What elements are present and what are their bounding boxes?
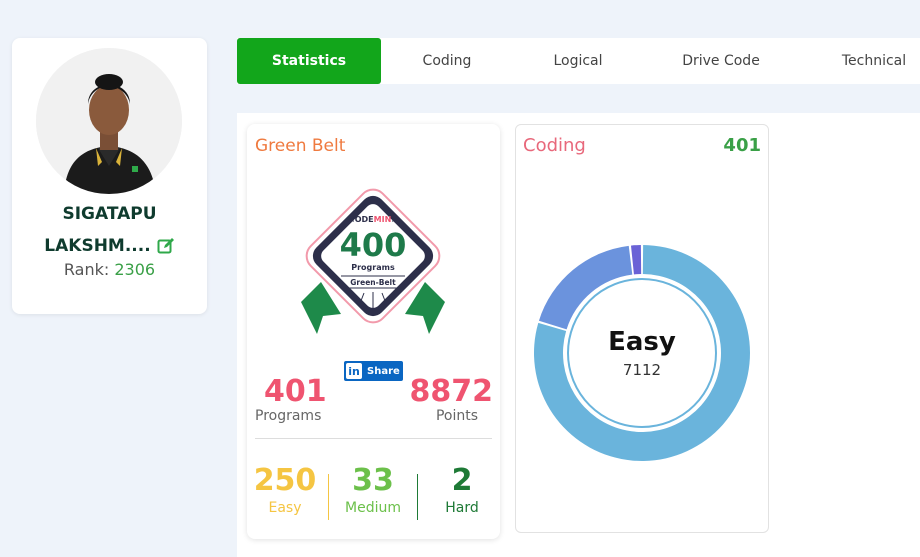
linkedin-share-button[interactable]: in Share: [344, 361, 403, 381]
profile-name-line1: SIGATAPU: [62, 204, 157, 224]
rank: Rank: 2306: [12, 260, 207, 279]
divider-medium: [417, 474, 418, 520]
difficulty-medium: 33 Medium: [335, 463, 411, 517]
difficulty-hard: 2 Hard: [424, 463, 500, 517]
share-label: Share: [367, 365, 400, 377]
belt-title: Green Belt: [255, 136, 346, 156]
profile-card: SIGATAPU LAKSHM.... Rank: 2306: [12, 38, 207, 314]
avatar-image: [36, 48, 182, 194]
belt-card: Green Belt <ODEMIN> 400 Programs Green-B…: [247, 124, 500, 539]
badge-number: 400: [340, 226, 407, 264]
linkedin-icon: in: [346, 363, 362, 379]
badge-brand-suffix: >: [391, 215, 398, 224]
coding-count: 401: [723, 135, 761, 156]
medium-label: Medium: [345, 500, 401, 516]
badge-unit: Programs: [351, 263, 395, 272]
tabs-bar: Statistics Coding Logical Drive Code Tec…: [237, 38, 920, 84]
donut-center-value: 7112: [622, 361, 662, 379]
badge-brand-prefix: <ODE: [348, 215, 374, 224]
points-value: 8872: [409, 374, 494, 409]
divider: [255, 438, 492, 439]
points-label: Points: [435, 408, 478, 424]
avatar: [36, 48, 182, 194]
donut-center: Easy 7112: [532, 243, 752, 463]
profile-name: SIGATAPU LAKSHM....: [12, 198, 207, 262]
edit-icon[interactable]: [157, 237, 175, 255]
medium-value: 33: [352, 463, 394, 498]
donut-center-label: Easy: [608, 327, 676, 357]
hard-value: 2: [451, 463, 473, 498]
tab-logical[interactable]: Logical: [518, 38, 638, 84]
hard-label: Hard: [445, 500, 479, 516]
programs-value: 401: [264, 374, 327, 409]
rank-label: Rank:: [63, 260, 110, 279]
tab-coding[interactable]: Coding: [387, 38, 507, 84]
easy-label: Easy: [268, 500, 302, 516]
tab-drive-code[interactable]: Drive Code: [661, 38, 781, 84]
rank-value: 2306: [114, 260, 156, 279]
green-belt-badge: <ODEMIN> 400 Programs Green-Belt: [301, 188, 445, 334]
svg-text:<ODEMIN>: <ODEMIN>: [348, 215, 398, 224]
easy-value: 250: [253, 463, 317, 498]
difficulty-easy: 250 Easy: [247, 463, 323, 517]
tab-statistics[interactable]: Statistics: [237, 38, 381, 84]
divider-easy: [328, 474, 329, 520]
programs-label: Programs: [255, 408, 322, 424]
badge-brand-highlight: MIN: [374, 215, 392, 224]
tab-technical[interactable]: Technical: [814, 38, 920, 84]
profile-name-line2: LAKSHM....: [44, 236, 151, 256]
coding-card: Coding 401 Easy 7112: [515, 124, 769, 533]
coding-title: Coding: [523, 135, 586, 156]
badge-belt-name: Green-Belt: [350, 278, 396, 287]
